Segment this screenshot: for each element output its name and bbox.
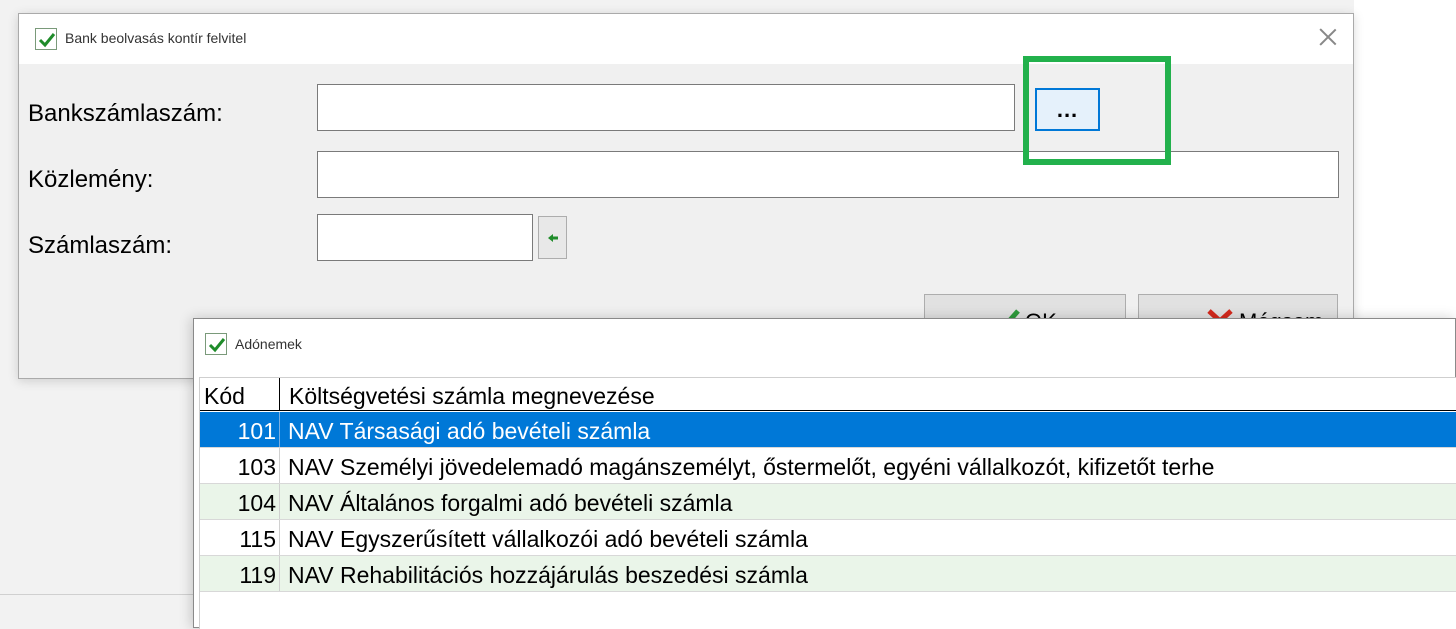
- background-window-area: [1354, 0, 1456, 318]
- checkmark-icon: [205, 333, 227, 355]
- row-name: NAV Rehabilitációs hozzájárulás beszedés…: [288, 562, 808, 588]
- szamlaszam-label: Számlaszám:: [28, 232, 173, 259]
- dialog-title: Bank beolvasás kontír felvitel: [65, 30, 247, 46]
- row-code: 101: [237, 418, 276, 444]
- row-name: NAV Általános forgalmi adó bevételi szám…: [288, 490, 733, 516]
- table-row[interactable]: 115 NAV Egyszerűsített vállalkozói adó b…: [200, 520, 1456, 556]
- table-row[interactable]: 103 NAV Személyi jövedelemadó magánszemé…: [200, 448, 1456, 484]
- cell-divider: [279, 412, 280, 447]
- column-header-code[interactable]: Kód: [204, 383, 245, 410]
- insert-arrow-button[interactable]: [538, 216, 567, 259]
- bankszamlaszam-label: Bankszámlaszám:: [28, 100, 223, 127]
- adonemek-grid: Kód Költségvetési számla megnevezése 101…: [199, 377, 1456, 629]
- row-name: NAV Egyszerűsített vállalkozói adó bevét…: [288, 526, 808, 552]
- cell-divider: [279, 484, 280, 519]
- close-icon[interactable]: [1317, 26, 1339, 48]
- szamlaszam-input[interactable]: [317, 214, 533, 261]
- kozlemeny-label: Közlemény:: [28, 166, 154, 193]
- checkmark-icon: [35, 28, 57, 50]
- adonemek-title: Adónemek: [235, 336, 302, 352]
- cell-divider: [279, 448, 280, 483]
- background-divider: [0, 594, 194, 595]
- adonemek-titlebar: Adónemek: [194, 319, 1455, 369]
- kozlemeny-input[interactable]: [317, 151, 1339, 198]
- highlight-box: [1023, 56, 1171, 165]
- row-code: 103: [237, 454, 276, 480]
- row-code: 119: [239, 562, 276, 588]
- row-name: NAV Társasági adó bevételi számla: [288, 418, 651, 444]
- column-divider[interactable]: [279, 378, 280, 411]
- row-code: 104: [237, 490, 276, 516]
- grid-header: Kód Költségvetési számla megnevezése: [200, 378, 1456, 411]
- table-row[interactable]: 119 NAV Rehabilitációs hozzájárulás besz…: [200, 556, 1456, 592]
- row-name: NAV Személyi jövedelemadó magánszemélyt,…: [288, 454, 1215, 480]
- adonemek-dialog: Adónemek Kód Költségvetési számla megnev…: [193, 318, 1456, 629]
- bankszamlaszam-input[interactable]: [317, 84, 1015, 131]
- table-row[interactable]: 104 NAV Általános forgalmi adó bevételi …: [200, 484, 1456, 520]
- table-row[interactable]: 101 NAV Társasági adó bevételi számla: [200, 412, 1456, 448]
- cell-divider: [279, 556, 280, 591]
- column-header-name[interactable]: Költségvetési számla megnevezése: [289, 383, 655, 410]
- arrow-left-icon: [548, 234, 558, 242]
- row-code: 115: [239, 526, 276, 552]
- cell-divider: [279, 520, 280, 555]
